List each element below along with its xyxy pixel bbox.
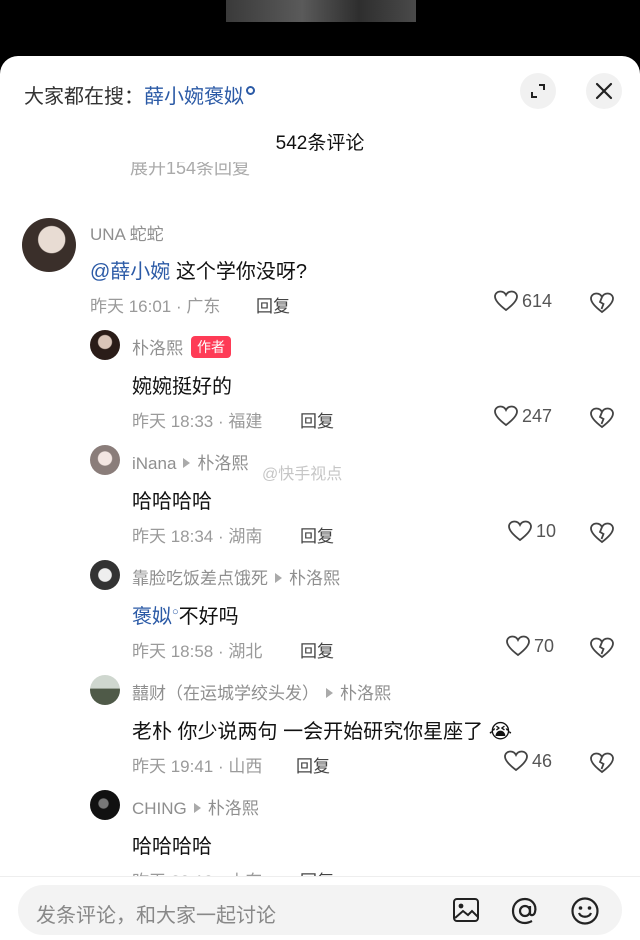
- avatar[interactable]: [90, 560, 120, 590]
- comment-text-content: 这个学你没呀?: [170, 261, 307, 283]
- expand-replies-link[interactable]: 展开154条回复: [130, 162, 330, 176]
- avatar[interactable]: [90, 675, 120, 705]
- comment-text-content: 老朴 你少说两句 一会开始研究你星座了: [132, 721, 484, 743]
- comment-author-name: iNana: [132, 454, 177, 473]
- like-button[interactable]: 10: [508, 520, 556, 542]
- like-count: 614: [522, 290, 553, 311]
- comment-author[interactable]: 靠脸吃饭差点饿死 朴洛熙: [132, 564, 340, 589]
- search-suggestion[interactable]: 大家都在搜：薛小婉褒姒: [24, 80, 255, 109]
- emoji-icon[interactable]: [570, 896, 600, 926]
- reply-arrow-icon: [183, 458, 191, 468]
- expand-button[interactable]: [520, 73, 556, 109]
- like-count: 46: [532, 750, 553, 771]
- comment-author[interactable]: UNA 蛇蛇: [90, 220, 164, 245]
- avatar[interactable]: [90, 445, 120, 475]
- reply-button[interactable]: 回复: [300, 637, 334, 662]
- reply-to-name: 朴洛熙: [289, 569, 340, 588]
- heart-icon: [494, 290, 518, 312]
- comment-author[interactable]: CHING 朴洛熙: [132, 794, 259, 819]
- avatar[interactable]: [90, 790, 120, 820]
- reply-to-name: 朴洛熙: [207, 799, 259, 818]
- dislike-button[interactable]: [590, 292, 614, 319]
- broken-heart-icon: [590, 292, 614, 314]
- comment-count: 542条评论: [275, 133, 365, 154]
- comment-author[interactable]: 囍财（在运城学绞头发） 朴洛熙: [132, 679, 391, 704]
- comment-meta: 昨天 19:41 · 山西: [132, 757, 263, 776]
- comment-text-content: 不好吗: [178, 606, 239, 628]
- video-thumbnail: [226, 0, 416, 22]
- heart-icon: [508, 520, 532, 542]
- comment-author-name: 靠脸吃饭差点饿死: [132, 569, 268, 588]
- broken-heart-icon: [590, 752, 614, 774]
- expand-icon: [531, 84, 545, 98]
- comment-meta: 昨天 18:58 · 湖北: [132, 642, 263, 661]
- broken-heart-icon: [590, 637, 614, 659]
- comment-author-name: CHING: [132, 799, 187, 818]
- comment-meta: 昨天 18:34 · 湖南: [132, 527, 263, 546]
- reply-button[interactable]: 回复: [300, 407, 334, 432]
- broken-heart-icon: [590, 407, 614, 429]
- reply-to-name: 朴洛熙: [197, 454, 249, 473]
- reply-button[interactable]: 回复: [300, 522, 334, 547]
- reply-arrow-icon: [275, 573, 282, 583]
- heart-icon: [494, 405, 518, 427]
- crying-emoji-icon: 😭: [488, 721, 513, 743]
- comment-text: 哈哈哈哈: [132, 836, 212, 858]
- comment-text: 褒姒○不好吗: [132, 600, 239, 629]
- like-count: 70: [534, 635, 555, 656]
- comment-mention[interactable]: 褒姒: [132, 606, 172, 628]
- avatar[interactable]: [22, 218, 76, 272]
- comment-input[interactable]: 发条评论，和大家一起讨论: [18, 885, 622, 935]
- dislike-button[interactable]: [590, 752, 614, 779]
- dislike-button[interactable]: [590, 407, 614, 434]
- comment-author-name: 囍财（在运城学绞头发）: [132, 684, 319, 703]
- comment-author[interactable]: iNana 朴洛熙: [132, 449, 248, 474]
- comment-text: 哈哈哈哈: [132, 491, 212, 513]
- image-icon[interactable]: [452, 896, 480, 924]
- avatar[interactable]: [90, 330, 120, 360]
- like-button[interactable]: 46: [504, 750, 552, 772]
- heart-icon: [506, 635, 530, 657]
- comment-mention[interactable]: @薛小婉: [90, 261, 170, 283]
- search-suggestion-keyword[interactable]: 薛小婉褒姒: [144, 86, 244, 108]
- heart-icon: [504, 750, 528, 772]
- like-button[interactable]: 247: [494, 405, 552, 427]
- like-button[interactable]: 70: [506, 635, 554, 657]
- comment-text: @薛小婉 这个学你没呀?: [90, 255, 307, 284]
- dislike-button[interactable]: [590, 637, 614, 664]
- at-icon[interactable]: [510, 896, 540, 926]
- close-icon: [595, 82, 613, 100]
- reply-arrow-icon: [193, 803, 201, 813]
- video-background: [0, 0, 640, 60]
- dislike-button[interactable]: [590, 522, 614, 549]
- comment-input-placeholder: 发条评论，和大家一起讨论: [36, 905, 276, 927]
- comment-text: 婉婉挺好的: [132, 376, 232, 398]
- comment-sheet: 大家都在搜：薛小婉褒姒 542条评论 展开154条回复 UNA 蛇蛇 @薛小婉 …: [0, 56, 640, 940]
- search-icon: ○: [172, 606, 179, 618]
- broken-heart-icon: [590, 522, 614, 544]
- search-icon: [246, 86, 255, 95]
- search-suggestion-prefix: 大家都在搜：: [24, 86, 144, 108]
- reply-to-name: 朴洛熙: [340, 684, 391, 703]
- expand-replies-label: 展开154条回复: [130, 162, 251, 176]
- comment-composer: 发条评论，和大家一起讨论: [0, 876, 640, 940]
- like-button[interactable]: 614: [494, 290, 552, 312]
- reply-button[interactable]: 回复: [256, 292, 290, 317]
- comment-meta: 昨天 16:01 · 广东: [90, 297, 221, 316]
- like-count: 10: [536, 520, 557, 541]
- comment-text: 老朴 你少说两句 一会开始研究你星座了 😭: [132, 715, 512, 744]
- comment-author-name: 朴洛熙: [132, 339, 183, 358]
- comment-author[interactable]: 朴洛熙 作者: [132, 334, 231, 359]
- watermark: @快手视点: [262, 466, 343, 483]
- reply-arrow-icon: [326, 688, 333, 698]
- like-count: 247: [522, 405, 553, 426]
- author-badge: 作者: [191, 336, 231, 358]
- comment-meta: 昨天 18:33 · 福建: [132, 412, 263, 431]
- reply-button[interactable]: 回复: [296, 752, 330, 777]
- close-button[interactable]: [586, 73, 622, 109]
